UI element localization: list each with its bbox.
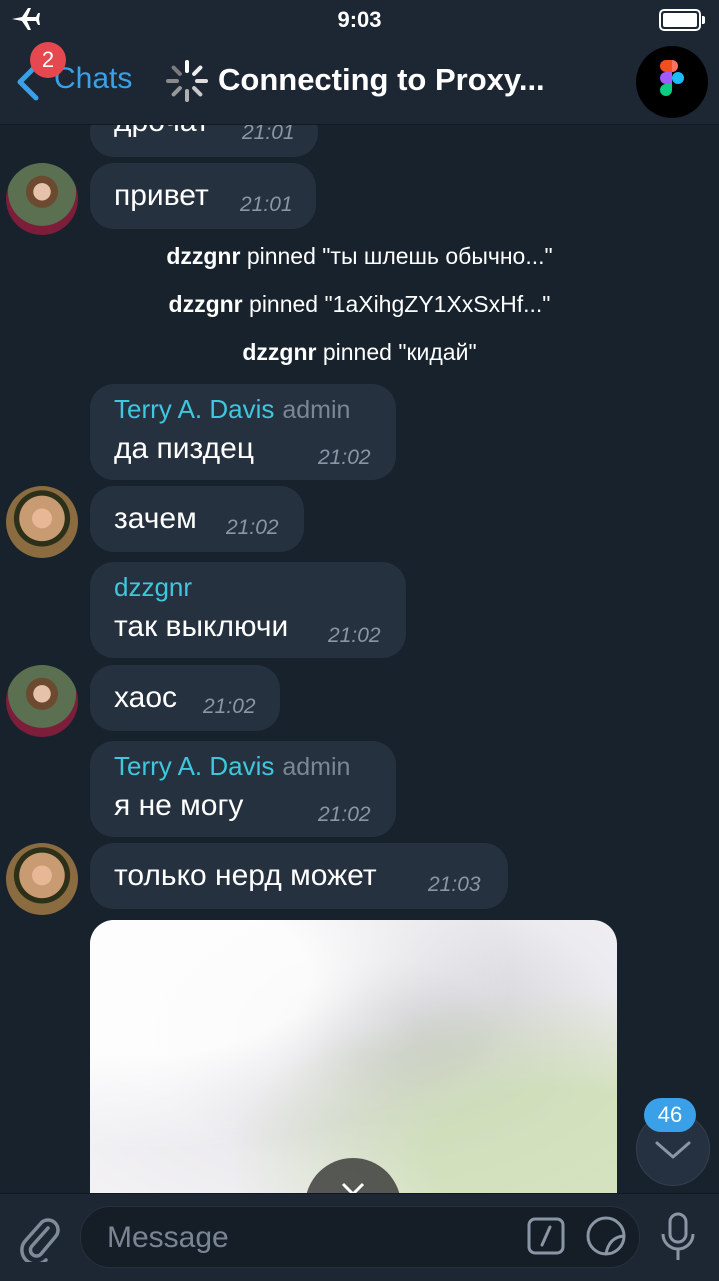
message-time: 21:01 [242, 125, 295, 144]
message-bubble[interactable]: Terry A. Davis admin я не могу 21:02 [90, 741, 396, 837]
author-role: admin [282, 396, 351, 424]
photo-message[interactable] [90, 920, 617, 1193]
message-time: 21:03 [428, 873, 481, 896]
message-text: так выключи [114, 610, 289, 643]
message-list[interactable]: дрочат 21:01 привет 21:01 dzzgnr pinned … [0, 125, 719, 1193]
message-text: дрочат [114, 125, 210, 139]
message-author[interactable]: Terry A. Davis admin [114, 394, 350, 425]
message-time: 21:02 [318, 446, 371, 469]
message-bubble[interactable]: Terry A. Davis admin да пиздец 21:02 [90, 384, 396, 480]
status-time: 9:03 [337, 7, 382, 32]
author-name: Terry A. Davis [114, 751, 275, 781]
service-message: dzzgnr pinned "1aXihgZY1XxSxHf..." [0, 291, 719, 318]
message-text: хаос [114, 681, 178, 714]
battery-icon [659, 9, 705, 31]
chat-title[interactable]: Connecting to Proxy... [218, 62, 545, 98]
message-bubble[interactable]: зачем 21:02 [90, 486, 304, 552]
service-text: pinned "кидай" [322, 339, 477, 365]
service-text: pinned "1aXihgZY1XxSxHf..." [249, 291, 551, 317]
author-role: admin [282, 753, 351, 781]
input-bar [0, 1193, 719, 1281]
service-text: pinned "ты шлешь обычно..." [246, 243, 553, 269]
sticker-icon[interactable] [585, 1215, 627, 1257]
message-bubble[interactable]: привет 21:01 [90, 163, 316, 229]
avatar[interactable] [6, 665, 78, 737]
message-time: 21:02 [328, 624, 381, 647]
message-field[interactable] [80, 1206, 640, 1269]
unread-count-badge: 46 [644, 1098, 696, 1132]
back-button-label[interactable]: Chats [54, 62, 132, 96]
status-bar: 9:03 [0, 0, 719, 40]
message-author[interactable]: dzzgnr [114, 572, 192, 603]
service-user[interactable]: dzzgnr [169, 291, 243, 317]
message-text: да пиздец [114, 432, 254, 465]
unread-badge: 2 [30, 42, 66, 78]
message-text: только нерд может [114, 859, 377, 892]
service-message: dzzgnr pinned "ты шлешь обычно..." [0, 243, 719, 270]
message-time: 21:02 [203, 695, 256, 718]
nav-bar: Chats 2 Connecting to Proxy... [0, 40, 719, 125]
message-input[interactable] [105, 1207, 529, 1269]
message-text: зачем [114, 502, 197, 535]
paperclip-icon[interactable] [18, 1214, 62, 1262]
message-author[interactable]: Terry A. Davis admin [114, 751, 350, 782]
message-bubble[interactable]: dzzgnr так выключи 21:02 [90, 562, 406, 658]
message-time: 21:02 [318, 803, 371, 826]
chat-avatar[interactable] [636, 46, 708, 118]
message-text: я не могу [114, 789, 244, 822]
message-bubble[interactable]: дрочат 21:01 [90, 125, 318, 157]
microphone-icon[interactable] [658, 1212, 698, 1264]
avatar[interactable] [6, 486, 78, 558]
loading-spinner-icon [166, 60, 208, 102]
download-icon[interactable] [305, 1158, 401, 1193]
message-time: 21:01 [240, 193, 293, 216]
service-user[interactable]: dzzgnr [242, 339, 316, 365]
slash-command-icon[interactable] [527, 1217, 565, 1255]
message-text: привет [114, 179, 209, 212]
author-name: Terry A. Davis [114, 394, 275, 424]
figma-logo-icon [660, 60, 684, 96]
message-bubble[interactable]: только нерд может 21:03 [90, 843, 508, 909]
avatar[interactable] [6, 163, 78, 235]
service-message: dzzgnr pinned "кидай" [0, 339, 719, 366]
avatar[interactable] [6, 843, 78, 915]
message-time: 21:02 [226, 516, 279, 539]
message-bubble[interactable]: хаос 21:02 [90, 665, 280, 731]
service-user[interactable]: dzzgnr [166, 243, 240, 269]
